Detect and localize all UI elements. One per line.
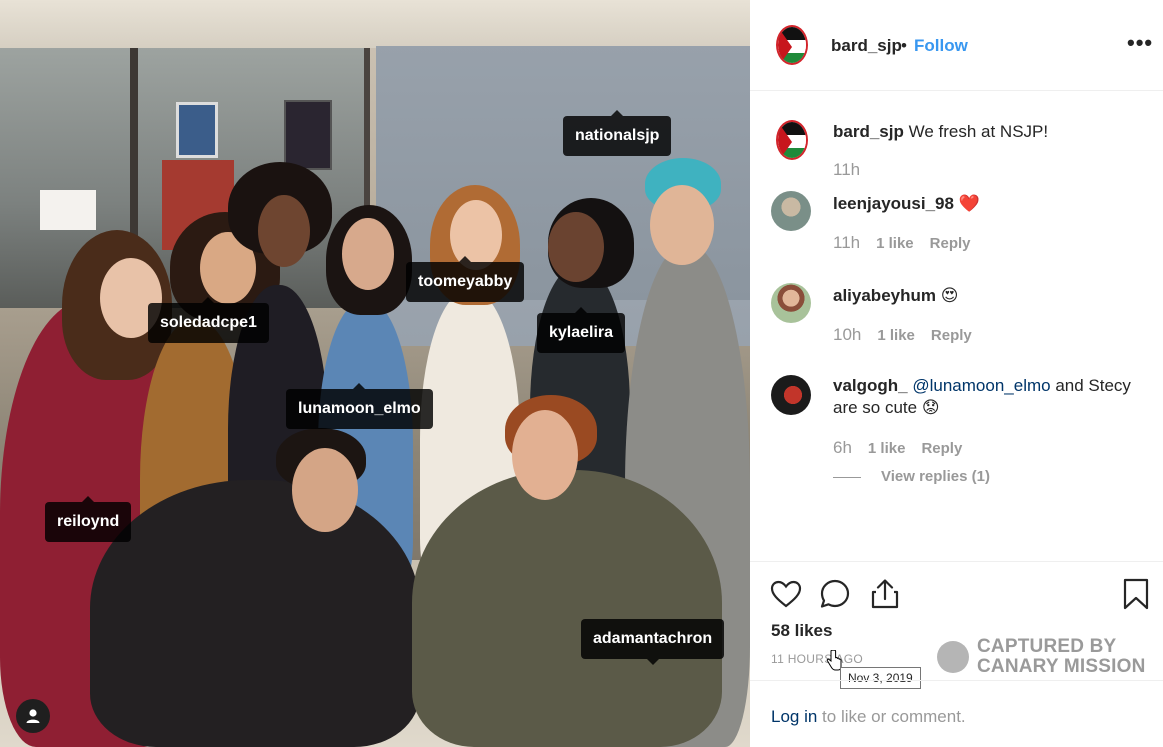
comment-username[interactable]: valgogh_ — [833, 376, 908, 395]
photo-person-head — [548, 212, 604, 282]
comment-body: We fresh at NSJP! — [903, 122, 1049, 141]
view-replies-divider — [833, 476, 861, 478]
avatar[interactable] — [771, 283, 811, 323]
post-timestamp[interactable]: 11 HOURS AGO — [771, 652, 863, 666]
comment-username[interactable]: leenjayousi_98 — [833, 194, 954, 213]
comment-text: leenjayousi_98 ❤️ — [833, 193, 1143, 215]
post-header: bard_sjp • Follow ••• — [750, 0, 1163, 91]
avatar[interactable] — [771, 191, 811, 231]
photo-user-tag[interactable]: soledadcpe1 — [148, 297, 269, 343]
more-options-icon[interactable]: ••• — [1127, 30, 1153, 56]
post-photo[interactable]: nationalsjp toomeyabby soledadcpe1 kylae… — [0, 0, 750, 747]
photo-person-head — [342, 218, 394, 290]
photo-person-head — [258, 195, 310, 267]
photo-user-tag[interactable]: nationalsjp — [563, 110, 672, 156]
watermark: CAPTURED BY CANARY MISSION — [937, 637, 1157, 681]
comment-time[interactable]: 6h — [833, 438, 852, 457]
view-replies-label: View replies (1) — [881, 468, 990, 485]
login-link[interactable]: Log in — [771, 707, 817, 726]
comment-time[interactable]: 10h — [833, 325, 861, 344]
comment-likes[interactable]: 1 like — [877, 327, 915, 344]
photo-person — [412, 470, 722, 747]
comment-username[interactable]: aliyabeyhum — [833, 286, 936, 305]
comment-meta: 11h 1 like Reply — [833, 233, 971, 253]
comment-time[interactable]: 11h — [833, 160, 860, 179]
comment-likes[interactable]: 1 like — [876, 235, 914, 252]
photo-person-head — [512, 410, 578, 500]
post-side-panel: bard_sjp • Follow ••• bard_sjp We fresh … — [750, 0, 1163, 747]
comment-text: aliyabeyhum 😍 — [833, 285, 1143, 307]
comment-likes[interactable]: 1 like — [868, 440, 906, 457]
photo-user-tag[interactable]: adamantachron — [581, 619, 725, 665]
comment-meta: 6h 1 like Reply — [833, 438, 962, 458]
reply-button[interactable]: Reply — [921, 440, 962, 457]
comment-meta: 11h — [833, 160, 860, 180]
avatar[interactable] — [776, 25, 808, 65]
photo-user-tag[interactable]: lunamoon_elmo — [286, 383, 433, 429]
comment-text: valgogh_ @lunamoon_elmo and Stecy are so… — [833, 375, 1143, 419]
comment-mention[interactable]: @lunamoon_elmo — [912, 376, 1050, 395]
comment-username[interactable]: bard_sjp — [833, 122, 904, 141]
photo-user-tag[interactable]: reiloynd — [45, 496, 132, 542]
login-bar: Log in to like or comment. — [750, 680, 1163, 747]
comment-body: ❤️ — [958, 194, 980, 213]
watermark-logo — [937, 641, 969, 673]
photo-poster — [176, 102, 218, 158]
tagged-users-button[interactable] — [16, 699, 50, 733]
post-actions: 58 likes 11 HOURS AGO CAPTURED BY CANARY… — [750, 561, 1163, 747]
avatar[interactable] — [771, 375, 811, 415]
photo-person-head — [650, 185, 714, 265]
login-prompt: Log in to like or comment. — [771, 707, 966, 727]
comment-time[interactable]: 11h — [833, 233, 860, 252]
likes-count[interactable]: 58 likes — [771, 621, 832, 641]
photo-person-head — [292, 448, 358, 532]
photo-user-tag[interactable]: kylaelira — [537, 307, 626, 353]
caption-text: bard_sjp We fresh at NSJP! — [833, 121, 1143, 143]
photo-ceiling — [0, 0, 750, 48]
comment-icon[interactable] — [818, 577, 852, 611]
watermark-line: CAPTURED BY — [977, 636, 1117, 657]
watermark-text: CAPTURED BY CANARY MISSION — [977, 637, 1146, 677]
bookmark-icon[interactable] — [1119, 577, 1153, 611]
reply-button[interactable]: Reply — [931, 327, 972, 344]
photo-person-head — [450, 200, 502, 270]
photo-user-tag[interactable]: toomeyabby — [406, 256, 525, 302]
comment-meta: 10h 1 like Reply — [833, 325, 972, 345]
share-icon[interactable] — [868, 577, 902, 611]
login-prompt-text: to like or comment. — [817, 707, 966, 726]
photo-person — [90, 480, 420, 747]
comment-body: 😍 — [940, 286, 959, 305]
header-separator: • — [901, 36, 907, 55]
view-replies-button[interactable]: View replies (1) — [833, 468, 990, 485]
follow-button[interactable]: Follow — [914, 36, 968, 56]
user-icon — [26, 709, 40, 723]
reply-button[interactable]: Reply — [930, 235, 971, 252]
photo-wall-sign — [40, 190, 96, 230]
watermark-line: CANARY MISSION — [977, 656, 1146, 677]
header-username[interactable]: bard_sjp — [831, 36, 902, 56]
photo-poster — [284, 100, 332, 170]
heart-icon[interactable] — [769, 577, 803, 611]
avatar[interactable] — [776, 120, 808, 160]
